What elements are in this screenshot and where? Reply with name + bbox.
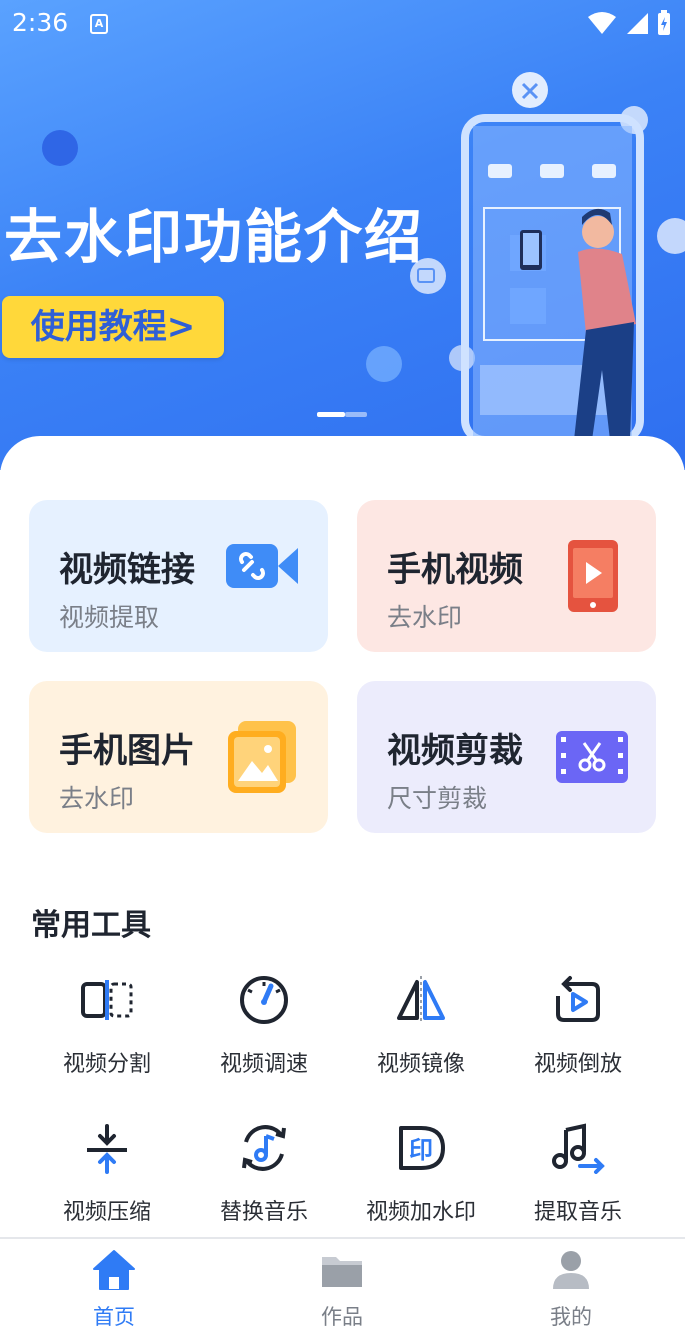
carousel-indicator	[317, 412, 367, 417]
card-title: 视频链接	[59, 550, 195, 590]
nav-label: 首页	[93, 1305, 135, 1329]
card-subtitle: 视频提取	[59, 603, 160, 632]
card-subtitle: 去水印	[387, 603, 463, 632]
tool-label: 视频倒放	[533, 1052, 622, 1077]
link-video-icon	[226, 544, 298, 588]
wifi-icon	[588, 12, 616, 34]
carousel-dot-active	[317, 412, 345, 417]
tool-label: 视频加水印	[365, 1200, 476, 1225]
card-video-link[interactable]: 视频链接 视频提取	[29, 500, 328, 652]
phone-play-icon	[568, 540, 618, 612]
tool-video-split[interactable]: 视频分割	[37, 970, 177, 1080]
card-phone-image[interactable]: 手机图片 去水印	[29, 681, 328, 833]
tutorial-button[interactable]: 使用教程>	[2, 296, 224, 358]
card-title: 视频剪裁	[387, 731, 523, 771]
nav-label: 我的	[550, 1305, 592, 1329]
battery-icon	[658, 10, 670, 35]
card-video-crop[interactable]: 视频剪裁 尺寸剪裁	[357, 681, 656, 833]
tool-label: 视频调速	[219, 1052, 308, 1077]
decor-bubble	[42, 130, 78, 166]
nav-mine[interactable]: 我的	[511, 1249, 631, 1331]
card-title: 手机图片	[59, 731, 195, 771]
card-title: 手机视频	[387, 550, 523, 590]
status-time: 2:36	[12, 8, 69, 37]
split-icon	[81, 980, 133, 1020]
nav-works[interactable]: 作品	[282, 1249, 402, 1331]
user-icon	[553, 1251, 589, 1289]
film-scissors-icon	[556, 731, 628, 783]
mirror-icon	[397, 976, 445, 1024]
tool-video-mirror[interactable]: 视频镜像	[351, 970, 491, 1080]
tool-label: 视频镜像	[376, 1052, 465, 1077]
extract-music-icon	[552, 1123, 605, 1174]
folder-icon	[322, 1257, 362, 1287]
speed-icon	[240, 976, 288, 1024]
card-subtitle: 尺寸剪裁	[387, 784, 488, 813]
replace-music-icon	[242, 1125, 286, 1171]
banner-illustration	[410, 72, 685, 440]
tool-label: 替换音乐	[219, 1200, 308, 1225]
bottom-nav: 首页 作品 我的	[0, 1237, 685, 1344]
tool-video-reverse[interactable]: 视频倒放	[508, 970, 648, 1080]
compress-icon	[87, 1124, 127, 1174]
banner-carousel[interactable]: 2:36 A 去水印功能介绍 使用教程>	[0, 0, 685, 470]
tools-section-title: 常用工具	[31, 908, 151, 943]
tool-label: 提取音乐	[533, 1200, 622, 1225]
tool-replace-music[interactable]: 替换音乐	[194, 1118, 334, 1228]
svg-text:印: 印	[409, 1136, 433, 1164]
nav-home[interactable]: 首页	[54, 1249, 174, 1331]
tool-video-speed[interactable]: 视频调速	[194, 970, 334, 1080]
status-icons	[587, 10, 671, 36]
tool-video-compress[interactable]: 视频压缩	[37, 1118, 177, 1228]
tool-add-watermark[interactable]: 印 视频加水印	[351, 1118, 491, 1228]
reverse-icon	[556, 976, 600, 1022]
tool-extract-music[interactable]: 提取音乐	[508, 1118, 648, 1228]
tool-label: 视频分割	[62, 1052, 151, 1077]
card-subtitle: 去水印	[59, 784, 135, 813]
card-phone-video[interactable]: 手机视频 去水印	[357, 500, 656, 652]
notification-icon: A	[90, 14, 108, 34]
status-bar: 2:36 A	[0, 0, 685, 48]
tool-label: 视频压缩	[62, 1200, 151, 1225]
signal-icon	[627, 13, 648, 34]
carousel-dot	[345, 412, 367, 417]
image-icon	[228, 721, 296, 793]
add-watermark-icon: 印	[399, 1126, 445, 1170]
nav-label: 作品	[321, 1305, 363, 1329]
home-icon	[93, 1250, 135, 1290]
